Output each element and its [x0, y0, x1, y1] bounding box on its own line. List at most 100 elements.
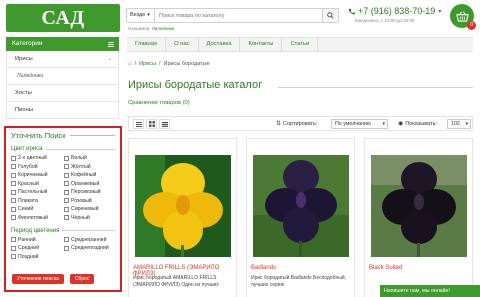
- breadcrumb-current: Ирисы бородатые: [163, 61, 210, 67]
- phone-number: +7 (916) 838-70-19: [358, 6, 436, 16]
- period-checkbox[interactable]: [11, 245, 16, 251]
- period-checkbox[interactable]: [64, 245, 69, 251]
- compact-view-button[interactable]: [159, 119, 170, 129]
- list-view-button[interactable]: [133, 119, 144, 129]
- nav-home[interactable]: Главная: [127, 38, 167, 51]
- period-options: Ранний Среднеранний Средний Среднепоздний По…: [11, 236, 115, 261]
- sidebar-item-hostas[interactable]: Хосты: [6, 85, 119, 102]
- color-option[interactable]: Жёлтый: [64, 163, 115, 171]
- sidebar-item-irises[interactable]: Ирисы ⌄: [6, 51, 119, 68]
- color-option[interactable]: Чёрный: [64, 214, 115, 222]
- color-option[interactable]: Фиолетовый: [11, 214, 62, 222]
- search-input[interactable]: [155, 9, 322, 22]
- color-checkbox[interactable]: [64, 189, 69, 195]
- filter-actions: Уточнение поиска Сброс: [12, 274, 95, 284]
- color-checkbox[interactable]: [11, 155, 16, 161]
- home-icon[interactable]: ⌂: [128, 61, 132, 67]
- breadcrumb-irises[interactable]: Ирисы: [139, 61, 156, 67]
- site-logo[interactable]: САД ИРИСОВ: [6, 4, 120, 57]
- color-checkbox[interactable]: [11, 189, 16, 195]
- color-checkbox[interactable]: [64, 198, 69, 203]
- categories-header[interactable]: Категории: [6, 37, 119, 51]
- color-checkbox[interactable]: [64, 155, 69, 161]
- online-chat-button[interactable]: Напишите нам, мы онлайн!: [380, 285, 480, 297]
- sidebar-item-label: Лилейники: [17, 73, 44, 79]
- color-option[interactable]: Белый: [64, 154, 115, 162]
- color-option[interactable]: Сиреневый: [64, 205, 115, 213]
- product-image-badlands[interactable]: [253, 155, 349, 257]
- breadcrumb-separator: /: [134, 61, 137, 67]
- period-checkbox[interactable]: [11, 237, 16, 242]
- color-option[interactable]: 2-х цветный: [11, 154, 62, 162]
- product-name[interactable]: Badlands: [251, 265, 276, 271]
- search-example-label: Например:: [128, 26, 151, 31]
- cart-button[interactable]: 0: [450, 4, 476, 30]
- page-title: Ирисы бородатые каталог: [128, 79, 263, 91]
- sidebar-item-label: Хосты: [15, 90, 32, 96]
- color-checkbox[interactable]: [64, 164, 69, 169]
- period-option[interactable]: Поздний: [11, 253, 62, 261]
- apply-filter-button[interactable]: Уточнение поиска: [12, 274, 64, 284]
- period-option[interactable]: Средний: [11, 244, 62, 252]
- color-option[interactable]: Красный: [11, 180, 62, 188]
- product-card[interactable]: Black Suited: [364, 138, 473, 297]
- product-image-black-suited[interactable]: [371, 155, 467, 257]
- nav-about[interactable]: О нас: [166, 38, 199, 51]
- color-option[interactable]: Голубой: [11, 163, 62, 171]
- color-option-label: Сиреневый: [71, 206, 99, 212]
- color-option[interactable]: Синий: [11, 205, 62, 213]
- phone-block[interactable]: +7 (916) 838-70-19 ▾: [348, 6, 441, 16]
- color-checkbox[interactable]: [11, 215, 16, 220]
- color-option[interactable]: Пликата: [11, 197, 62, 205]
- color-option[interactable]: Коричневый: [11, 171, 62, 179]
- color-option-label: Пликата: [18, 197, 39, 204]
- category-list: Ирисы ⌄ Лилейники Хосты Пионы: [6, 51, 119, 119]
- period-option[interactable]: Среднеранний: [64, 236, 115, 244]
- period-checkbox[interactable]: [11, 254, 16, 259]
- reset-filter-button[interactable]: Сброс: [69, 274, 95, 284]
- nav-delivery[interactable]: Доставка: [199, 38, 241, 51]
- color-option-label: Фиолетовый: [18, 214, 48, 221]
- color-option-label: Красный: [18, 180, 39, 187]
- sort-label-text: Сортировать:: [283, 120, 318, 127]
- color-checkbox[interactable]: [11, 206, 16, 212]
- sidebar-item-peonies[interactable]: Пионы: [6, 102, 119, 119]
- color-checkbox[interactable]: [64, 215, 69, 220]
- color-checkbox[interactable]: [11, 172, 16, 178]
- grid-view-button[interactable]: [146, 119, 157, 129]
- page: САД ИРИСОВ Везде Например: Лилейники +7 …: [0, 0, 480, 297]
- top-nav: Главная О нас Доставка Контакты Статьи: [127, 37, 473, 52]
- color-option[interactable]: Оранжевый: [64, 180, 115, 188]
- color-option-label: Пастельный: [18, 189, 48, 195]
- period-option[interactable]: Ранний: [11, 236, 62, 244]
- color-checkbox[interactable]: [64, 206, 69, 212]
- color-option[interactable]: Розовый: [64, 197, 115, 205]
- sort-label: ⇅ Сортировать:: [276, 120, 318, 128]
- period-option[interactable]: Среднепоздний: [64, 244, 115, 252]
- nav-articles[interactable]: Статьи: [282, 38, 319, 51]
- color-checkbox[interactable]: [64, 181, 69, 186]
- compare-link[interactable]: Сравнение товаров (0): [128, 100, 190, 106]
- nav-contacts[interactable]: Контакты: [240, 38, 283, 51]
- cart-count-badge: 0: [467, 21, 476, 30]
- catalog-toolbar: ⇅ Сортировать: По умолчанию ◉ Показывать…: [128, 116, 473, 131]
- search-scope-select[interactable]: Везде: [127, 9, 155, 22]
- search-example-link[interactable]: Лилейники: [152, 26, 175, 31]
- sort-select[interactable]: По умолчанию: [331, 119, 388, 129]
- sidebar-item-daylilies[interactable]: Лилейники: [6, 68, 119, 85]
- color-option[interactable]: Персиковый: [64, 188, 115, 196]
- period-checkbox[interactable]: [64, 237, 69, 242]
- product-name[interactable]: Black Suited: [369, 265, 402, 271]
- limit-select[interactable]: 102: [447, 119, 471, 129]
- product-card[interactable]: AMARILLO FRILLS (ЭМАРИЛО ФРИЛЗ) Ирис бор…: [128, 138, 237, 297]
- color-checkbox[interactable]: [11, 164, 16, 169]
- product-image-amarillo-frills[interactable]: [135, 155, 231, 257]
- search-button[interactable]: [322, 9, 338, 22]
- product-card[interactable]: Badlands Ирис бородатый Badlands Бесподо…: [246, 138, 355, 297]
- color-checkbox[interactable]: [64, 172, 69, 178]
- color-option[interactable]: Пастельный: [11, 188, 62, 196]
- color-option[interactable]: Кофейный: [64, 171, 115, 179]
- limit-label: ◉ Показывать:: [398, 120, 437, 128]
- color-checkbox[interactable]: [11, 181, 16, 186]
- color-checkbox[interactable]: [11, 198, 16, 203]
